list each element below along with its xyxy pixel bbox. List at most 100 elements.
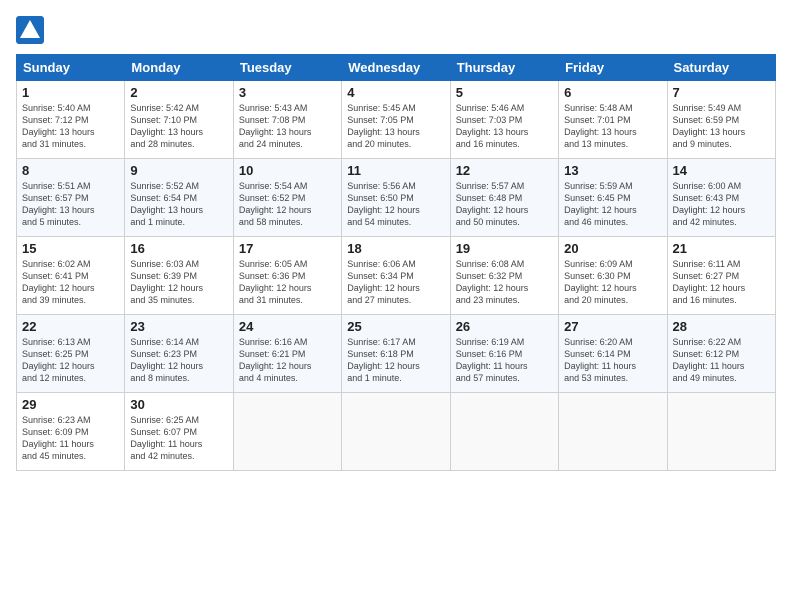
logo-icon bbox=[16, 16, 44, 44]
calendar-week-4: 22 Sunrise: 6:13 AM Sunset: 6:25 PM Dayli… bbox=[17, 315, 776, 393]
day-number: 24 bbox=[239, 319, 336, 334]
day-number: 2 bbox=[130, 85, 227, 100]
day-info: Sunrise: 6:16 AM Sunset: 6:21 PM Dayligh… bbox=[239, 336, 336, 385]
day-number: 23 bbox=[130, 319, 227, 334]
calendar-cell: 5 Sunrise: 5:46 AM Sunset: 7:03 PM Daylig… bbox=[450, 81, 558, 159]
calendar-cell: 26 Sunrise: 6:19 AM Sunset: 6:16 PM Dayli… bbox=[450, 315, 558, 393]
day-info: Sunrise: 6:00 AM Sunset: 6:43 PM Dayligh… bbox=[673, 180, 770, 229]
calendar-cell bbox=[342, 393, 450, 471]
day-number: 1 bbox=[22, 85, 119, 100]
day-number: 13 bbox=[564, 163, 661, 178]
day-number: 8 bbox=[22, 163, 119, 178]
day-info: Sunrise: 5:57 AM Sunset: 6:48 PM Dayligh… bbox=[456, 180, 553, 229]
calendar-week-2: 8 Sunrise: 5:51 AM Sunset: 6:57 PM Daylig… bbox=[17, 159, 776, 237]
day-number: 25 bbox=[347, 319, 444, 334]
calendar-cell: 12Sunrise: 5:57 AM Sunset: 6:48 PM Dayli… bbox=[450, 159, 558, 237]
calendar-cell: 20 Sunrise: 6:09 AM Sunset: 6:30 PM Dayli… bbox=[559, 237, 667, 315]
day-info: Sunrise: 5:45 AM Sunset: 7:05 PM Dayligh… bbox=[347, 102, 444, 151]
day-info: Sunrise: 6:23 AM Sunset: 6:09 PM Dayligh… bbox=[22, 414, 119, 463]
calendar-cell: 6 Sunrise: 5:48 AM Sunset: 7:01 PM Daylig… bbox=[559, 81, 667, 159]
column-header-friday: Friday bbox=[559, 55, 667, 81]
day-info: Sunrise: 5:51 AM Sunset: 6:57 PM Dayligh… bbox=[22, 180, 119, 229]
day-info: Sunrise: 6:13 AM Sunset: 6:25 PM Dayligh… bbox=[22, 336, 119, 385]
day-info: Sunrise: 6:14 AM Sunset: 6:23 PM Dayligh… bbox=[130, 336, 227, 385]
calendar-cell: 3 Sunrise: 5:43 AM Sunset: 7:08 PM Daylig… bbox=[233, 81, 341, 159]
calendar-cell: 22 Sunrise: 6:13 AM Sunset: 6:25 PM Dayli… bbox=[17, 315, 125, 393]
calendar-cell: 1 Sunrise: 5:40 AM Sunset: 7:12 PM Daylig… bbox=[17, 81, 125, 159]
calendar-cell: 17 Sunrise: 6:05 AM Sunset: 6:36 PM Dayli… bbox=[233, 237, 341, 315]
day-number: 22 bbox=[22, 319, 119, 334]
calendar-table: SundayMondayTuesdayWednesdayThursdayFrid… bbox=[16, 54, 776, 471]
calendar-cell: 10 Sunrise: 5:54 AM Sunset: 6:52 PM Dayli… bbox=[233, 159, 341, 237]
day-number: 10 bbox=[239, 163, 336, 178]
day-info: Sunrise: 6:19 AM Sunset: 6:16 PM Dayligh… bbox=[456, 336, 553, 385]
day-info: Sunrise: 5:49 AM Sunset: 6:59 PM Dayligh… bbox=[673, 102, 770, 151]
day-info: Sunrise: 6:09 AM Sunset: 6:30 PM Dayligh… bbox=[564, 258, 661, 307]
day-info: Sunrise: 6:17 AM Sunset: 6:18 PM Dayligh… bbox=[347, 336, 444, 385]
day-number: 15 bbox=[22, 241, 119, 256]
day-number: 19 bbox=[456, 241, 553, 256]
calendar-cell bbox=[233, 393, 341, 471]
day-number: 11 bbox=[347, 163, 444, 178]
calendar-cell: 14 Sunrise: 6:00 AM Sunset: 6:43 PM Dayli… bbox=[667, 159, 775, 237]
calendar-header-row: SundayMondayTuesdayWednesdayThursdayFrid… bbox=[17, 55, 776, 81]
calendar-cell: 2 Sunrise: 5:42 AM Sunset: 7:10 PM Daylig… bbox=[125, 81, 233, 159]
day-number: 9 bbox=[130, 163, 227, 178]
day-info: Sunrise: 5:54 AM Sunset: 6:52 PM Dayligh… bbox=[239, 180, 336, 229]
day-info: Sunrise: 6:02 AM Sunset: 6:41 PM Dayligh… bbox=[22, 258, 119, 307]
calendar-cell: 18Sunrise: 6:06 AM Sunset: 6:34 PM Dayli… bbox=[342, 237, 450, 315]
day-info: Sunrise: 6:05 AM Sunset: 6:36 PM Dayligh… bbox=[239, 258, 336, 307]
day-number: 29 bbox=[22, 397, 119, 412]
calendar-cell bbox=[667, 393, 775, 471]
calendar-cell: 13Sunrise: 5:59 AM Sunset: 6:45 PM Dayli… bbox=[559, 159, 667, 237]
calendar-cell: 9Sunrise: 5:52 AM Sunset: 6:54 PM Daylig… bbox=[125, 159, 233, 237]
calendar-cell: 7 Sunrise: 5:49 AM Sunset: 6:59 PM Daylig… bbox=[667, 81, 775, 159]
column-header-wednesday: Wednesday bbox=[342, 55, 450, 81]
day-number: 7 bbox=[673, 85, 770, 100]
calendar-cell: 8 Sunrise: 5:51 AM Sunset: 6:57 PM Daylig… bbox=[17, 159, 125, 237]
day-info: Sunrise: 6:25 AM Sunset: 6:07 PM Dayligh… bbox=[130, 414, 227, 463]
calendar-cell: 15 Sunrise: 6:02 AM Sunset: 6:41 PM Dayli… bbox=[17, 237, 125, 315]
day-number: 14 bbox=[673, 163, 770, 178]
calendar-cell bbox=[559, 393, 667, 471]
calendar-cell: 24 Sunrise: 6:16 AM Sunset: 6:21 PM Dayli… bbox=[233, 315, 341, 393]
day-number: 17 bbox=[239, 241, 336, 256]
calendar-cell: 4 Sunrise: 5:45 AM Sunset: 7:05 PM Daylig… bbox=[342, 81, 450, 159]
day-number: 5 bbox=[456, 85, 553, 100]
day-info: Sunrise: 6:06 AM Sunset: 6:34 PM Dayligh… bbox=[347, 258, 444, 307]
calendar-week-3: 15 Sunrise: 6:02 AM Sunset: 6:41 PM Dayli… bbox=[17, 237, 776, 315]
day-info: Sunrise: 5:42 AM Sunset: 7:10 PM Dayligh… bbox=[130, 102, 227, 151]
day-info: Sunrise: 5:43 AM Sunset: 7:08 PM Dayligh… bbox=[239, 102, 336, 151]
day-number: 4 bbox=[347, 85, 444, 100]
day-number: 16 bbox=[130, 241, 227, 256]
column-header-saturday: Saturday bbox=[667, 55, 775, 81]
calendar-cell: 25 Sunrise: 6:17 AM Sunset: 6:18 PM Dayli… bbox=[342, 315, 450, 393]
day-info: Sunrise: 5:46 AM Sunset: 7:03 PM Dayligh… bbox=[456, 102, 553, 151]
page-header bbox=[16, 16, 776, 44]
calendar-week-1: 1 Sunrise: 5:40 AM Sunset: 7:12 PM Daylig… bbox=[17, 81, 776, 159]
day-number: 6 bbox=[564, 85, 661, 100]
day-info: Sunrise: 5:40 AM Sunset: 7:12 PM Dayligh… bbox=[22, 102, 119, 151]
calendar-cell: 16 Sunrise: 6:03 AM Sunset: 6:39 PM Dayli… bbox=[125, 237, 233, 315]
day-info: Sunrise: 6:03 AM Sunset: 6:39 PM Dayligh… bbox=[130, 258, 227, 307]
day-info: Sunrise: 5:48 AM Sunset: 7:01 PM Dayligh… bbox=[564, 102, 661, 151]
day-number: 26 bbox=[456, 319, 553, 334]
column-header-monday: Monday bbox=[125, 55, 233, 81]
day-number: 20 bbox=[564, 241, 661, 256]
calendar-cell: 19Sunrise: 6:08 AM Sunset: 6:32 PM Dayli… bbox=[450, 237, 558, 315]
day-info: Sunrise: 6:11 AM Sunset: 6:27 PM Dayligh… bbox=[673, 258, 770, 307]
calendar-cell: 11 Sunrise: 5:56 AM Sunset: 6:50 PM Dayli… bbox=[342, 159, 450, 237]
logo bbox=[16, 16, 48, 44]
calendar-cell bbox=[450, 393, 558, 471]
day-info: Sunrise: 6:20 AM Sunset: 6:14 PM Dayligh… bbox=[564, 336, 661, 385]
day-number: 30 bbox=[130, 397, 227, 412]
day-number: 3 bbox=[239, 85, 336, 100]
day-number: 21 bbox=[673, 241, 770, 256]
calendar-week-5: 29 Sunrise: 6:23 AM Sunset: 6:09 PM Dayli… bbox=[17, 393, 776, 471]
day-number: 28 bbox=[673, 319, 770, 334]
calendar-cell: 29 Sunrise: 6:23 AM Sunset: 6:09 PM Dayli… bbox=[17, 393, 125, 471]
day-info: Sunrise: 5:56 AM Sunset: 6:50 PM Dayligh… bbox=[347, 180, 444, 229]
calendar-cell: 27 Sunrise: 6:20 AM Sunset: 6:14 PM Dayli… bbox=[559, 315, 667, 393]
calendar-cell: 28Sunrise: 6:22 AM Sunset: 6:12 PM Dayli… bbox=[667, 315, 775, 393]
day-number: 27 bbox=[564, 319, 661, 334]
